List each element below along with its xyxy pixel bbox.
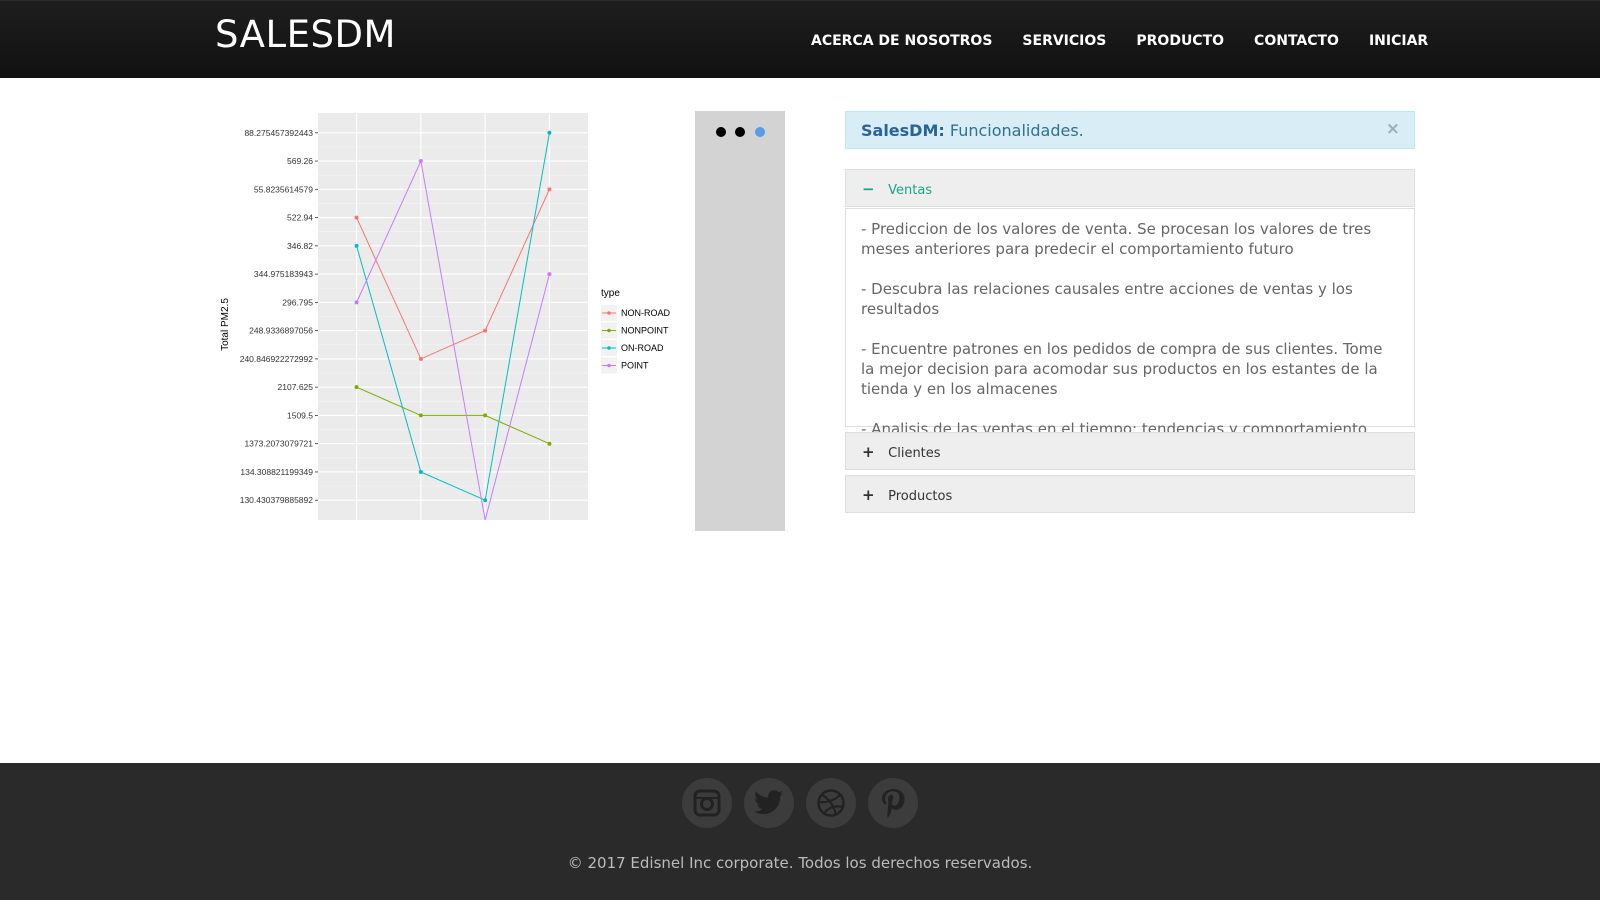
data-point (354, 243, 359, 248)
nav-item-producto[interactable]: PRODUCTO (1136, 33, 1224, 49)
data-point (354, 300, 359, 305)
y-tick-label: 130.430379885892 (240, 495, 314, 505)
copyright-text: © 2017 Edisnel Inc corporate. Todos los … (567, 854, 1033, 872)
y-tick-label: 344.975183943 (254, 269, 313, 279)
nav-item-iniciar[interactable]: INICIAR (1369, 33, 1428, 49)
legend-label: POINT (621, 361, 649, 371)
minus-icon: − (862, 180, 875, 198)
y-tick-label: 296.795 (282, 297, 313, 307)
footer: © 2017 Edisnel Inc corporate. Todos los … (0, 763, 1600, 900)
data-point (418, 356, 423, 361)
accordion-title-ventas: Ventas (888, 183, 933, 198)
data-point (547, 130, 552, 135)
data-point (418, 469, 423, 474)
accordion-header-clientes[interactable]: + Clientes (845, 432, 1415, 470)
legend-key-point (607, 346, 611, 350)
plus-icon: + (862, 486, 875, 504)
legend-label: NON-ROAD (621, 308, 670, 318)
dribbble-icon[interactable] (806, 778, 856, 828)
nav-item-acerca[interactable]: ACERCA DE NOSOTROS (811, 33, 992, 49)
pinterest-icon[interactable] (868, 778, 918, 828)
carousel-indicator-2[interactable] (735, 127, 745, 137)
twitter-icon[interactable] (744, 778, 794, 828)
y-tick-label: 240.846922272992 (240, 354, 314, 364)
legend-label: NONPOINT (621, 326, 669, 336)
y-tick-label: 248.9336897056 (249, 326, 313, 336)
legend-key-point (607, 363, 611, 368)
brand-logo[interactable]: SALESDM (215, 13, 396, 56)
accordion-header-ventas[interactable]: − Ventas (845, 169, 1415, 207)
legend-label: ON-ROAD (621, 343, 664, 353)
y-tick-label: 2107.625 (278, 382, 314, 392)
data-point (354, 385, 359, 390)
ventas-item: - Prediccion de los valores de venta. Se… (861, 220, 1372, 258)
data-point (547, 187, 552, 192)
close-icon[interactable]: × (1386, 119, 1400, 139)
y-tick-label: 88.275457392443 (244, 128, 313, 138)
carousel-indicator-1[interactable] (716, 127, 726, 137)
y-tick-label: 134.308821199349 (240, 467, 313, 477)
y-tick-label: 569.26 (287, 156, 313, 166)
instagram-icon[interactable] (682, 778, 732, 828)
legend-title: type (601, 288, 620, 299)
y-axis-label: Total PM2.5 (220, 298, 231, 351)
ventas-item: - Descubra las relaciones causales entre… (861, 280, 1353, 318)
y-tick-label: 1509.5 (287, 410, 313, 420)
data-point (354, 215, 359, 220)
data-point (418, 159, 423, 164)
data-point (483, 413, 488, 418)
accordion-title-productos: Productos (888, 489, 953, 504)
nav-menu: ACERCA DE NOSOTROS SERVICIOS PRODUCTO CO… (811, 33, 1458, 49)
carousel-indicator-3[interactable] (755, 127, 765, 137)
y-tick-label: 55.8235614579 (254, 184, 313, 194)
alert-title: SalesDM: (861, 121, 945, 140)
legend-key-point (607, 328, 611, 333)
data-point (547, 272, 552, 277)
chart-svg: 88.275457392443 569.26 55.8235614579 522.94… (220, 113, 670, 521)
accordion-header-productos[interactable]: + Productos (845, 475, 1415, 513)
accordion-title-clientes: Clientes (888, 446, 941, 461)
y-tick-label: 522.94 (287, 213, 313, 223)
navbar: SALESDM ACERCA DE NOSOTROS SERVICIOS PRO… (0, 0, 1600, 78)
nav-item-servicios[interactable]: SERVICIOS (1022, 33, 1106, 49)
data-point (483, 498, 488, 503)
plus-icon: + (862, 443, 875, 461)
ventas-item: - Encuentre patrones en los pedidos de c… (861, 340, 1383, 398)
pm25-line-chart: 88.275457392443 569.26 55.8235614579 522.94… (218, 106, 688, 536)
legend-key-point (607, 311, 611, 315)
info-alert: SalesDM: Funcionalidades. × (845, 111, 1415, 149)
y-tick-label: 1373.2073079721 (244, 439, 313, 449)
nav-item-contacto[interactable]: CONTACTO (1254, 33, 1339, 49)
y-tick-label: 346.82 (287, 241, 313, 251)
data-point (483, 328, 488, 333)
alert-text: Funcionalidades. (949, 121, 1084, 140)
data-point (547, 441, 552, 446)
data-point (418, 413, 423, 418)
carousel (695, 111, 785, 531)
accordion-body-ventas: - Prediccion de los valores de venta. Se… (845, 208, 1415, 438)
